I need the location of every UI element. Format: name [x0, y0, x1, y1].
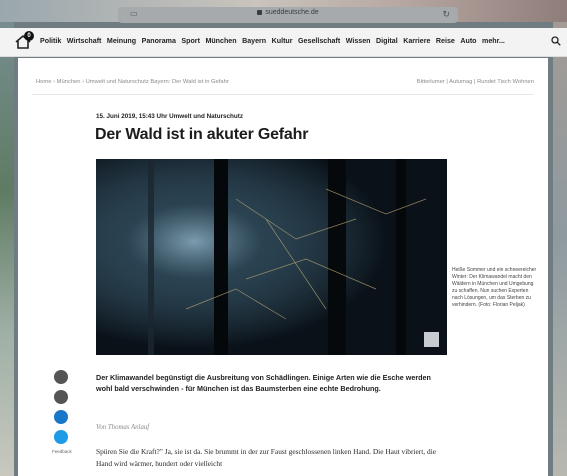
zoom-icon[interactable] — [424, 332, 439, 347]
nav-item[interactable]: Meinung — [107, 37, 136, 45]
nav-item[interactable]: Politik — [40, 37, 61, 45]
nav-item[interactable]: Panorama — [142, 37, 176, 45]
nav-item[interactable]: Wissen — [346, 37, 371, 45]
article-page: Home › München › Umwelt und Naturschutz … — [18, 58, 548, 476]
nav-item[interactable]: Reise — [436, 37, 455, 45]
site-navigation: 0 Politik Wirtschaft Meinung Panorama Sport M… — [0, 28, 567, 57]
mail-icon[interactable] — [54, 390, 68, 404]
nav-item[interactable]: Sport — [181, 37, 200, 45]
url-text: sueddeutsche.de — [118, 9, 458, 16]
reload-icon[interactable]: ↻ — [442, 9, 450, 20]
article-dateline: 15. Juni 2019, 15:43 Uhr Umwelt und Natu… — [96, 113, 243, 120]
twitter-icon[interactable] — [54, 430, 68, 444]
nav-item[interactable]: München — [205, 37, 236, 45]
facebook-icon[interactable] — [54, 410, 68, 424]
share-bar: Feedback — [52, 370, 72, 454]
article-author[interactable]: Von Thomas Anlauf — [96, 424, 149, 431]
search-icon[interactable] — [551, 36, 561, 46]
background-right — [553, 0, 567, 476]
nav-item[interactable]: Digital — [376, 37, 398, 45]
article-headline: Der Wald ist in akuter Gefahr — [95, 126, 309, 143]
breadcrumb[interactable]: Home › München › Umwelt und Naturschutz … — [36, 79, 229, 85]
nav-items: Politik Wirtschaft Meinung Panorama Sport Mün… — [40, 37, 510, 45]
feedback-link[interactable]: Feedback — [52, 449, 72, 454]
photo-caption: Heiße Sommer und ein schneereicher Winte… — [452, 267, 537, 309]
print-icon[interactable] — [54, 370, 68, 384]
nav-item[interactable]: Wirtschaft — [67, 37, 102, 45]
notification-badge: 0 — [24, 31, 34, 41]
nav-item[interactable]: Karriere — [403, 37, 430, 45]
nav-item[interactable]: Kultur — [272, 37, 293, 45]
article-body: Spüren Sie die Kraft?" Ja, sie ist da. S… — [96, 447, 437, 468]
nav-item[interactable]: Bayern — [242, 37, 266, 45]
background-left — [0, 0, 14, 476]
article-teaser: Der Klimawandel begünstigt die Ausbreitu… — [96, 373, 431, 393]
breadcrumb-related-links[interactable]: Bitterlumer | Autumag | Rundet Tisch Woh… — [417, 79, 534, 85]
nav-item[interactable]: Auto — [460, 37, 476, 45]
address-bar[interactable]: ▭ sueddeutsche.de ↻ — [118, 7, 458, 23]
nav-item[interactable]: Gesellschaft — [298, 37, 340, 45]
article-photo[interactable] — [96, 159, 447, 355]
lock-icon — [257, 9, 263, 15]
nav-item[interactable]: mehr... — [482, 37, 505, 45]
divider — [32, 94, 534, 95]
forest-photo-image — [96, 159, 447, 355]
